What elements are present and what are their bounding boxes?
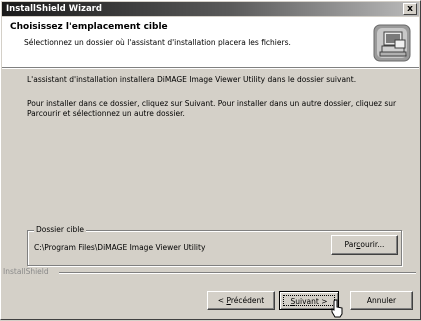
page-subtitle: Sélectionnez un dossier où l'assistant d… xyxy=(24,38,291,47)
wizard-header: Choisissez l'emplacement cible Sélection… xyxy=(2,17,419,67)
close-button[interactable]: x xyxy=(403,3,417,15)
instructions-text: Pour installer dans ce dossier, cliquez … xyxy=(27,99,397,118)
destination-path: C:\Program Files\DiMAGE Image Viewer Uti… xyxy=(34,243,206,252)
installshield-brand: InstallShield xyxy=(3,267,52,276)
computer-install-icon xyxy=(373,24,411,62)
next-button-focus: Suivant > xyxy=(283,295,335,306)
next-label-suffix: uivant > xyxy=(295,297,328,306)
window-title: InstallShield Wizard xyxy=(6,4,102,14)
installshield-wizard-window: InstallShield Wizard x Choisissez l'empl… xyxy=(0,0,421,320)
brand-divider xyxy=(59,272,416,274)
destination-folder-legend: Dossier cible xyxy=(34,225,87,234)
browse-label-suffix: ourir... xyxy=(360,240,385,249)
back-button[interactable]: < Précédent xyxy=(207,291,275,310)
browse-label-prefix: Par xyxy=(344,240,357,249)
page-title: Choisissez l'emplacement cible xyxy=(10,22,168,32)
browse-button[interactable]: Parcourir... xyxy=(331,235,398,255)
cancel-button[interactable]: Annuler xyxy=(350,291,413,310)
back-label-suffix: récédent xyxy=(230,296,265,305)
mouse-cursor-icon xyxy=(329,299,345,319)
install-info-text: L'assistant d'installation installera Di… xyxy=(27,75,357,84)
header-divider xyxy=(2,67,419,69)
title-bar: InstallShield Wizard x xyxy=(2,2,419,16)
close-icon: x xyxy=(407,4,413,14)
